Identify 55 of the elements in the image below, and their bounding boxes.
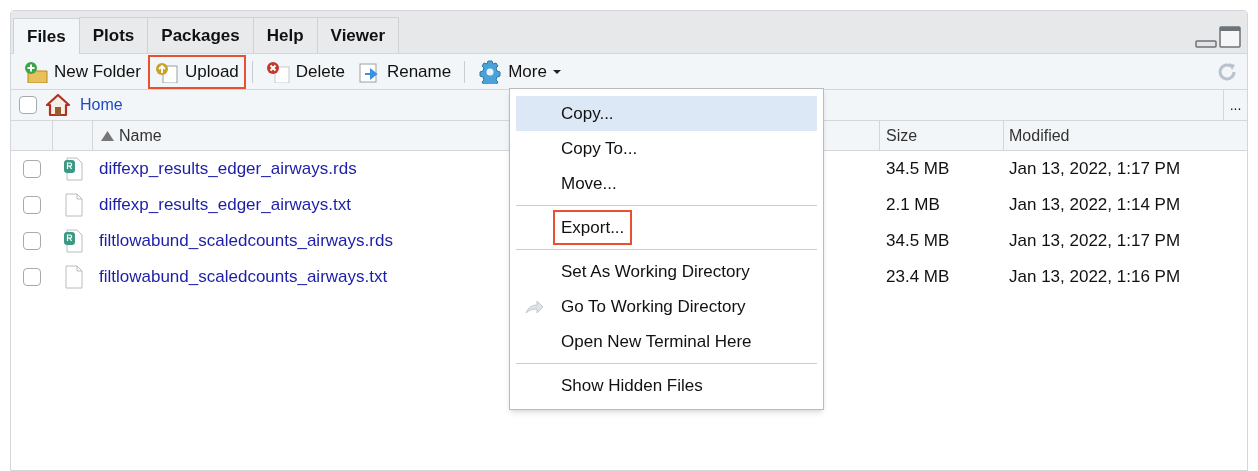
file-size: 34.5 MB bbox=[886, 159, 950, 179]
r-file-icon bbox=[63, 229, 83, 253]
menu-item[interactable]: Open New Terminal Here bbox=[516, 324, 817, 359]
caret-icon bbox=[552, 69, 561, 74]
modified-date: Jan 13, 2022, 1:16 PM bbox=[1009, 267, 1181, 287]
checkbox[interactable] bbox=[23, 232, 41, 250]
column-header[interactable]: Modified bbox=[1004, 121, 1247, 150]
menu-item[interactable]: Set As Working Directory bbox=[516, 254, 817, 289]
tab[interactable]: Viewer bbox=[316, 17, 400, 53]
checkbox[interactable] bbox=[23, 160, 41, 178]
more-path-button[interactable]: ... bbox=[1223, 90, 1247, 120]
menu-item-label: Set As Working Directory bbox=[560, 260, 751, 283]
folder-plus-icon bbox=[24, 60, 48, 83]
menu-item[interactable]: Export... bbox=[516, 210, 817, 245]
checkbox[interactable] bbox=[19, 96, 37, 114]
minimize-icon[interactable] bbox=[1195, 38, 1217, 48]
maximize-icon[interactable] bbox=[1219, 26, 1241, 48]
delete-icon bbox=[265, 60, 290, 83]
more-menu-button[interactable]: More bbox=[471, 54, 568, 89]
file-size: 2.1 MB bbox=[886, 195, 940, 215]
menu-item[interactable]: Show Hidden Files bbox=[516, 368, 817, 403]
toolbar-button[interactable]: Delete bbox=[258, 54, 352, 89]
checkbox[interactable] bbox=[23, 196, 41, 214]
file-link[interactable]: diffexp_results_edger_airways.txt bbox=[99, 195, 351, 215]
modified-date: Jan 13, 2022, 1:14 PM bbox=[1009, 195, 1181, 215]
sort-ascending-icon bbox=[101, 130, 114, 141]
column-header[interactable]: Size bbox=[880, 121, 1004, 150]
menu-item-label: Export... bbox=[553, 209, 633, 246]
arrow-icon bbox=[525, 299, 545, 314]
home-icon[interactable] bbox=[45, 93, 71, 117]
file-link[interactable]: diffexp_results_edger_airways.rds bbox=[99, 159, 357, 179]
r-file-icon bbox=[63, 157, 83, 181]
text-file-icon bbox=[63, 193, 83, 217]
menu-item[interactable]: Copy... bbox=[516, 96, 817, 131]
text-file-icon bbox=[63, 265, 83, 289]
file-link[interactable]: filtlowabund_scaledcounts_airways.txt bbox=[99, 267, 388, 287]
menu-item[interactable]: Move... bbox=[516, 166, 817, 201]
menu-item-label: Move... bbox=[560, 172, 618, 195]
file-size: 23.4 MB bbox=[886, 267, 950, 287]
gear-icon bbox=[478, 59, 503, 84]
menu-item-label: Open New Terminal Here bbox=[560, 330, 753, 353]
checkbox[interactable] bbox=[23, 268, 41, 286]
modified-date: Jan 13, 2022, 1:17 PM bbox=[1009, 159, 1181, 179]
modified-date: Jan 13, 2022, 1:17 PM bbox=[1009, 231, 1181, 251]
menu-item[interactable]: Go To Working Directory bbox=[516, 289, 817, 324]
file-size: 34.5 MB bbox=[886, 231, 950, 251]
tab[interactable]: Files bbox=[13, 18, 80, 54]
toolbar-button[interactable]: Upload bbox=[147, 54, 246, 89]
home-link[interactable]: Home bbox=[80, 93, 123, 117]
menu-item-label: Show Hidden Files bbox=[560, 374, 704, 397]
toolbar-button[interactable]: New Folder bbox=[17, 54, 148, 89]
toolbar-button[interactable]: Rename bbox=[351, 54, 459, 89]
file-link[interactable]: filtlowabund_scaledcounts_airways.rds bbox=[99, 231, 393, 251]
menu-item-label: Go To Working Directory bbox=[560, 295, 747, 318]
upload-icon bbox=[154, 60, 179, 83]
